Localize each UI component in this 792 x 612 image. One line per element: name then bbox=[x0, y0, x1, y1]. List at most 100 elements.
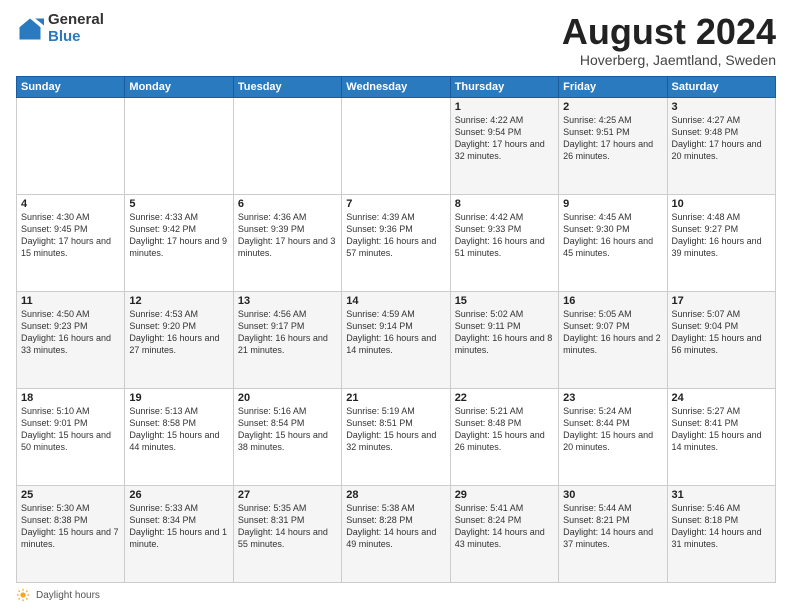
calendar-cell: 4Sunrise: 4:30 AM Sunset: 9:45 PM Daylig… bbox=[17, 194, 125, 291]
logo-icon bbox=[16, 15, 44, 43]
logo: General Blue bbox=[16, 12, 104, 45]
day-number: 24 bbox=[672, 392, 771, 404]
col-thursday: Thursday bbox=[450, 76, 558, 97]
day-info: Sunrise: 4:53 AM Sunset: 9:20 PM Dayligh… bbox=[129, 308, 228, 357]
day-number: 8 bbox=[455, 198, 554, 210]
calendar-cell: 17Sunrise: 5:07 AM Sunset: 9:04 PM Dayli… bbox=[667, 291, 775, 388]
day-number: 17 bbox=[672, 295, 771, 307]
calendar-cell: 9Sunrise: 4:45 AM Sunset: 9:30 PM Daylig… bbox=[559, 194, 667, 291]
calendar-cell bbox=[233, 97, 341, 194]
title-block: August 2024 Hoverberg, Jaemtland, Sweden bbox=[562, 12, 776, 68]
day-info: Sunrise: 4:56 AM Sunset: 9:17 PM Dayligh… bbox=[238, 308, 337, 357]
sun-icon bbox=[16, 588, 30, 602]
calendar-cell bbox=[342, 97, 450, 194]
day-number: 6 bbox=[238, 198, 337, 210]
calendar-cell: 28Sunrise: 5:38 AM Sunset: 8:28 PM Dayli… bbox=[342, 485, 450, 582]
day-number: 14 bbox=[346, 295, 445, 307]
day-info: Sunrise: 5:38 AM Sunset: 8:28 PM Dayligh… bbox=[346, 502, 445, 551]
calendar-cell: 20Sunrise: 5:16 AM Sunset: 8:54 PM Dayli… bbox=[233, 388, 341, 485]
calendar-cell: 11Sunrise: 4:50 AM Sunset: 9:23 PM Dayli… bbox=[17, 291, 125, 388]
calendar-cell: 22Sunrise: 5:21 AM Sunset: 8:48 PM Dayli… bbox=[450, 388, 558, 485]
calendar-body: 1Sunrise: 4:22 AM Sunset: 9:54 PM Daylig… bbox=[17, 97, 776, 582]
day-number: 3 bbox=[672, 101, 771, 113]
day-info: Sunrise: 4:33 AM Sunset: 9:42 PM Dayligh… bbox=[129, 211, 228, 260]
day-info: Sunrise: 4:36 AM Sunset: 9:39 PM Dayligh… bbox=[238, 211, 337, 260]
title-location: Hoverberg, Jaemtland, Sweden bbox=[562, 52, 776, 68]
header: General Blue August 2024 Hoverberg, Jaem… bbox=[16, 12, 776, 68]
calendar-cell: 16Sunrise: 5:05 AM Sunset: 9:07 PM Dayli… bbox=[559, 291, 667, 388]
day-info: Sunrise: 4:22 AM Sunset: 9:54 PM Dayligh… bbox=[455, 114, 554, 163]
day-info: Sunrise: 4:30 AM Sunset: 9:45 PM Dayligh… bbox=[21, 211, 120, 260]
title-month: August 2024 bbox=[562, 12, 776, 52]
calendar-cell: 27Sunrise: 5:35 AM Sunset: 8:31 PM Dayli… bbox=[233, 485, 341, 582]
logo-text: General Blue bbox=[48, 12, 104, 45]
calendar-week-1: 1Sunrise: 4:22 AM Sunset: 9:54 PM Daylig… bbox=[17, 97, 776, 194]
calendar-week-3: 11Sunrise: 4:50 AM Sunset: 9:23 PM Dayli… bbox=[17, 291, 776, 388]
calendar-cell: 1Sunrise: 4:22 AM Sunset: 9:54 PM Daylig… bbox=[450, 97, 558, 194]
calendar-cell: 5Sunrise: 4:33 AM Sunset: 9:42 PM Daylig… bbox=[125, 194, 233, 291]
calendar-cell: 14Sunrise: 4:59 AM Sunset: 9:14 PM Dayli… bbox=[342, 291, 450, 388]
footer-label: Daylight hours bbox=[36, 590, 100, 601]
calendar-cell: 21Sunrise: 5:19 AM Sunset: 8:51 PM Dayli… bbox=[342, 388, 450, 485]
calendar-week-2: 4Sunrise: 4:30 AM Sunset: 9:45 PM Daylig… bbox=[17, 194, 776, 291]
day-number: 2 bbox=[563, 101, 662, 113]
day-number: 27 bbox=[238, 489, 337, 501]
day-number: 5 bbox=[129, 198, 228, 210]
calendar-week-5: 25Sunrise: 5:30 AM Sunset: 8:38 PM Dayli… bbox=[17, 485, 776, 582]
calendar-cell: 19Sunrise: 5:13 AM Sunset: 8:58 PM Dayli… bbox=[125, 388, 233, 485]
day-number: 12 bbox=[129, 295, 228, 307]
col-friday: Friday bbox=[559, 76, 667, 97]
calendar-table: Sunday Monday Tuesday Wednesday Thursday… bbox=[16, 76, 776, 583]
day-info: Sunrise: 5:44 AM Sunset: 8:21 PM Dayligh… bbox=[563, 502, 662, 551]
day-number: 11 bbox=[21, 295, 120, 307]
day-number: 4 bbox=[21, 198, 120, 210]
day-number: 20 bbox=[238, 392, 337, 404]
day-info: Sunrise: 5:21 AM Sunset: 8:48 PM Dayligh… bbox=[455, 405, 554, 454]
day-info: Sunrise: 4:59 AM Sunset: 9:14 PM Dayligh… bbox=[346, 308, 445, 357]
col-tuesday: Tuesday bbox=[233, 76, 341, 97]
logo-general-text: General bbox=[48, 12, 104, 29]
col-wednesday: Wednesday bbox=[342, 76, 450, 97]
day-info: Sunrise: 4:50 AM Sunset: 9:23 PM Dayligh… bbox=[21, 308, 120, 357]
calendar-cell: 30Sunrise: 5:44 AM Sunset: 8:21 PM Dayli… bbox=[559, 485, 667, 582]
day-number: 10 bbox=[672, 198, 771, 210]
calendar-cell: 15Sunrise: 5:02 AM Sunset: 9:11 PM Dayli… bbox=[450, 291, 558, 388]
day-info: Sunrise: 5:35 AM Sunset: 8:31 PM Dayligh… bbox=[238, 502, 337, 551]
day-info: Sunrise: 5:24 AM Sunset: 8:44 PM Dayligh… bbox=[563, 405, 662, 454]
day-info: Sunrise: 5:10 AM Sunset: 9:01 PM Dayligh… bbox=[21, 405, 120, 454]
day-info: Sunrise: 4:27 AM Sunset: 9:48 PM Dayligh… bbox=[672, 114, 771, 163]
calendar-cell: 2Sunrise: 4:25 AM Sunset: 9:51 PM Daylig… bbox=[559, 97, 667, 194]
day-number: 29 bbox=[455, 489, 554, 501]
calendar-cell: 24Sunrise: 5:27 AM Sunset: 8:41 PM Dayli… bbox=[667, 388, 775, 485]
calendar-week-4: 18Sunrise: 5:10 AM Sunset: 9:01 PM Dayli… bbox=[17, 388, 776, 485]
day-info: Sunrise: 5:33 AM Sunset: 8:34 PM Dayligh… bbox=[129, 502, 228, 551]
day-number: 26 bbox=[129, 489, 228, 501]
calendar-cell: 23Sunrise: 5:24 AM Sunset: 8:44 PM Dayli… bbox=[559, 388, 667, 485]
calendar-cell: 29Sunrise: 5:41 AM Sunset: 8:24 PM Dayli… bbox=[450, 485, 558, 582]
day-info: Sunrise: 5:19 AM Sunset: 8:51 PM Dayligh… bbox=[346, 405, 445, 454]
day-number: 13 bbox=[238, 295, 337, 307]
calendar-header: Sunday Monday Tuesday Wednesday Thursday… bbox=[17, 76, 776, 97]
day-info: Sunrise: 5:05 AM Sunset: 9:07 PM Dayligh… bbox=[563, 308, 662, 357]
calendar-cell bbox=[17, 97, 125, 194]
day-number: 19 bbox=[129, 392, 228, 404]
day-number: 31 bbox=[672, 489, 771, 501]
day-info: Sunrise: 5:02 AM Sunset: 9:11 PM Dayligh… bbox=[455, 308, 554, 357]
day-info: Sunrise: 5:30 AM Sunset: 8:38 PM Dayligh… bbox=[21, 502, 120, 551]
calendar-cell: 31Sunrise: 5:46 AM Sunset: 8:18 PM Dayli… bbox=[667, 485, 775, 582]
day-number: 21 bbox=[346, 392, 445, 404]
calendar-cell: 18Sunrise: 5:10 AM Sunset: 9:01 PM Dayli… bbox=[17, 388, 125, 485]
day-info: Sunrise: 4:39 AM Sunset: 9:36 PM Dayligh… bbox=[346, 211, 445, 260]
day-number: 28 bbox=[346, 489, 445, 501]
day-number: 23 bbox=[563, 392, 662, 404]
calendar-cell: 6Sunrise: 4:36 AM Sunset: 9:39 PM Daylig… bbox=[233, 194, 341, 291]
day-info: Sunrise: 5:07 AM Sunset: 9:04 PM Dayligh… bbox=[672, 308, 771, 357]
day-number: 22 bbox=[455, 392, 554, 404]
day-number: 9 bbox=[563, 198, 662, 210]
calendar-cell: 7Sunrise: 4:39 AM Sunset: 9:36 PM Daylig… bbox=[342, 194, 450, 291]
footer: Daylight hours bbox=[16, 588, 776, 602]
calendar-cell: 13Sunrise: 4:56 AM Sunset: 9:17 PM Dayli… bbox=[233, 291, 341, 388]
day-number: 15 bbox=[455, 295, 554, 307]
day-number: 7 bbox=[346, 198, 445, 210]
day-info: Sunrise: 5:13 AM Sunset: 8:58 PM Dayligh… bbox=[129, 405, 228, 454]
